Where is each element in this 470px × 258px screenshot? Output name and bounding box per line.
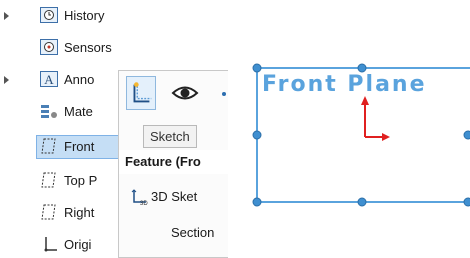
origin-axes-icon (361, 96, 390, 141)
plane-label: Front Plane (262, 72, 427, 97)
plane-handle[interactable] (357, 63, 367, 73)
sensors-icon (40, 39, 58, 55)
tree-item-label: Front (64, 139, 95, 154)
annotations-icon: A (40, 71, 58, 87)
plane-handle[interactable] (252, 197, 262, 207)
context-menu-title: Feature (Fro (125, 154, 201, 169)
svg-text:A: A (44, 72, 54, 87)
sketch-icon (133, 82, 152, 103)
plane-icon (41, 204, 56, 220)
tree-item-label: History (64, 8, 105, 23)
more-icon (222, 92, 226, 96)
plane-handle[interactable] (463, 197, 470, 207)
expand-arrow-icon[interactable] (4, 12, 9, 20)
plane-handle[interactable] (252, 130, 262, 140)
tree-item-label: Right (64, 205, 95, 220)
plane-handle[interactable] (252, 63, 262, 73)
tree-item-label: Sensors (64, 40, 112, 55)
menu-item-section-view[interactable]: Section (119, 220, 230, 246)
3d-sketch-icon: 3D (131, 189, 148, 206)
sketch-tooltip: Sketch (143, 125, 197, 148)
show-hide-button[interactable] (170, 76, 200, 110)
plane-icon (41, 172, 56, 188)
tree-item-label: Origi (64, 237, 92, 252)
graphics-viewport[interactable]: Front Plane (240, 0, 470, 258)
menu-item-label: 3D Sket (151, 189, 198, 204)
tree-item-label: Top P (64, 173, 98, 188)
context-toolbar (118, 70, 230, 124)
sketch-button[interactable] (126, 76, 156, 110)
tree-item-label: Anno (64, 72, 95, 87)
menu-item-label: Section (171, 225, 215, 240)
eye-icon (171, 86, 199, 100)
front-plane-outline[interactable] (240, 0, 470, 258)
context-menu: 3D 3D Sket Section (119, 178, 230, 258)
expand-arrow-icon[interactable] (4, 76, 9, 84)
tree-item-history[interactable]: History (0, 3, 240, 29)
svg-text:3D: 3D (140, 201, 148, 206)
context-menu-header: Feature (Fro (119, 150, 230, 174)
plane-handle[interactable] (357, 197, 367, 207)
tree-item-sensors[interactable]: Sensors (0, 35, 240, 61)
material-icon (41, 105, 57, 118)
history-icon (40, 7, 58, 23)
plane-handle[interactable] (463, 130, 470, 140)
plane-icon (41, 138, 56, 154)
tree-item-label: Mate (64, 104, 93, 119)
origin-icon (44, 237, 57, 252)
menu-item-3d-sketch[interactable]: 3D 3D Sket (119, 184, 230, 210)
